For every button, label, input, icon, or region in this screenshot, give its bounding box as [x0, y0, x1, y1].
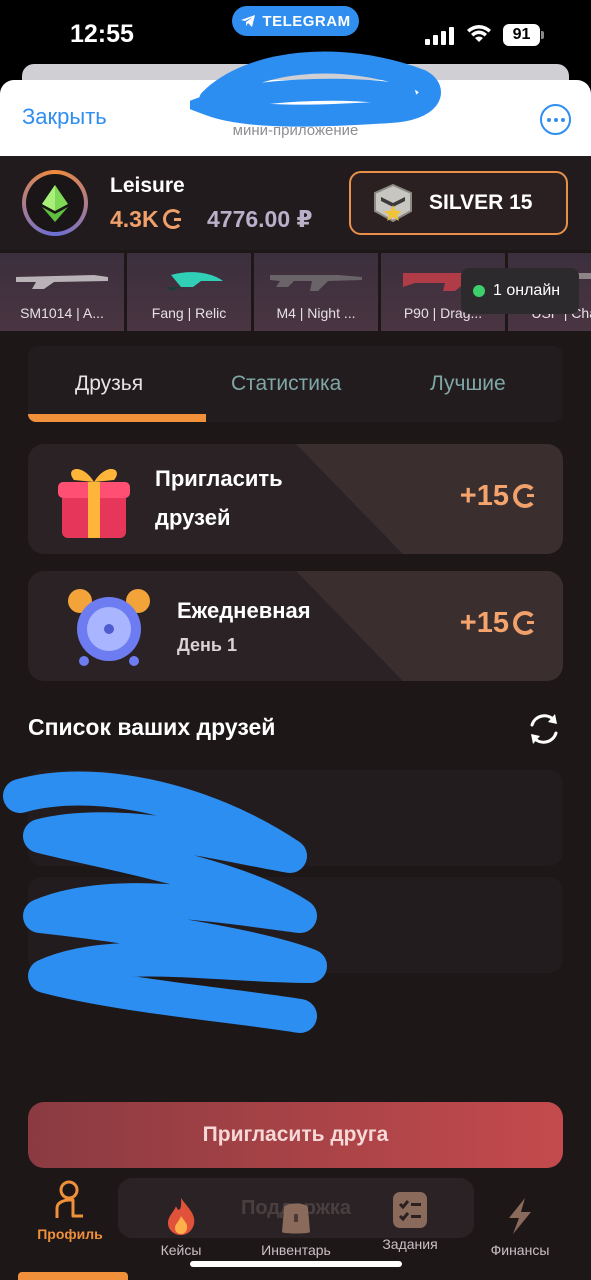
app-body: Leisure 4.3K 4776.00 ₽ SILVER 15 SM1014 … [0, 156, 591, 1280]
nav-cases[interactable]: Кейсы [151, 1196, 211, 1258]
rank-badge[interactable]: SILVER 15 [349, 171, 568, 235]
rank-label: SILVER 15 [429, 191, 533, 214]
drop-item[interactable]: M4 | Night ... [254, 253, 378, 331]
shotgun-icon [16, 275, 108, 289]
battery-level: 91 [503, 24, 540, 46]
drop-item-name: SM1014 | A... [20, 305, 104, 321]
nav-profile[interactable]: Профиль [34, 1180, 106, 1242]
battery-indicator: 91 [503, 24, 545, 46]
telegram-pill-label: TELEGRAM [262, 12, 351, 30]
nav-profile-label: Профиль [37, 1226, 103, 1242]
online-dot-icon [473, 285, 485, 297]
status-time: 12:55 [70, 20, 134, 48]
tab-best[interactable]: Лучшие [430, 372, 506, 396]
avatar[interactable] [22, 170, 88, 236]
gift-icon [58, 468, 130, 538]
drop-item[interactable]: Fang | Relic [127, 253, 251, 331]
nav-finance[interactable]: Финансы [485, 1196, 555, 1258]
g-coin-icon [513, 611, 537, 635]
drop-item-name: M4 | Night ... [276, 305, 356, 321]
invite-reward-amount: +15 [459, 480, 509, 512]
knife-icon [167, 272, 223, 291]
g-coin-icon [513, 484, 537, 508]
friends-list-title: Список ваших друзей [28, 714, 276, 740]
online-label: 1 онлайн [493, 282, 561, 299]
backpack-icon [282, 1203, 310, 1234]
ethereum-icon [42, 185, 68, 222]
telegram-pill[interactable]: TELEGRAM [232, 6, 359, 36]
refresh-icon[interactable] [526, 711, 562, 747]
nav-tasks[interactable]: Задания [376, 1190, 444, 1252]
username: Leisure [110, 174, 185, 197]
rifle-icon [270, 275, 362, 291]
fire-icon [168, 1198, 195, 1235]
ruble-balance: 4776.00 ₽ [207, 206, 313, 232]
drop-item-name: Fang | Relic [151, 305, 227, 321]
daily-card-reward: +15 [460, 607, 537, 640]
nav-active-indicator [18, 1272, 128, 1280]
invite-friends-card[interactable]: Пригласить друзей +15 [28, 444, 563, 554]
coin-amount: 4.3K [110, 206, 159, 232]
cellular-signal-icon [425, 27, 454, 45]
tab-friends[interactable]: Друзья [75, 372, 143, 396]
daily-reward-card[interactable]: Ежедневная День 1 +15 [28, 571, 563, 681]
invite-friend-button[interactable]: Пригласить друга [28, 1102, 563, 1168]
nav-tasks-label: Задания [382, 1236, 438, 1252]
tasks-icon [393, 1192, 427, 1228]
profile-header: Leisure 4.3K 4776.00 ₽ SILVER 15 [0, 156, 591, 250]
daily-reward-amount: +15 [459, 607, 509, 639]
coin-balance: 4.3K [110, 206, 183, 233]
invite-card-reward: +15 [460, 480, 537, 513]
invite-card-title-line2: друзей [155, 505, 231, 530]
profile-tabs: Друзья Статистика Лучшие [28, 346, 563, 422]
friend-list-item[interactable] [28, 770, 563, 866]
drop-item[interactable]: SM1014 | A... [0, 253, 124, 331]
online-counter: 1 онлайн [461, 268, 579, 314]
nav-inventory[interactable]: Инвентарь [253, 1196, 339, 1258]
alarm-clock-icon [68, 589, 150, 666]
daily-card-title: Ежедневная [177, 598, 311, 623]
nav-cases-label: Кейсы [160, 1242, 202, 1258]
invite-card-title-line1: Пригласить [155, 466, 283, 491]
tab-statistics[interactable]: Статистика [231, 372, 341, 396]
g-coin-icon [162, 209, 183, 229]
active-tab-indicator [28, 414, 206, 422]
friend-list-item[interactable] [28, 877, 563, 973]
redaction-scribble [190, 51, 441, 127]
profile-icon [55, 1180, 83, 1218]
nav-inventory-label: Инвентарь [261, 1242, 331, 1258]
more-options-button[interactable] [540, 104, 571, 135]
wifi-icon [467, 25, 491, 42]
nav-finance-label: Финансы [490, 1242, 550, 1258]
daily-card-day: День 1 [177, 635, 238, 655]
lightning-icon [509, 1198, 531, 1234]
home-indicator [190, 1261, 402, 1267]
silver-rank-icon [374, 183, 412, 223]
telegram-icon [241, 15, 256, 27]
